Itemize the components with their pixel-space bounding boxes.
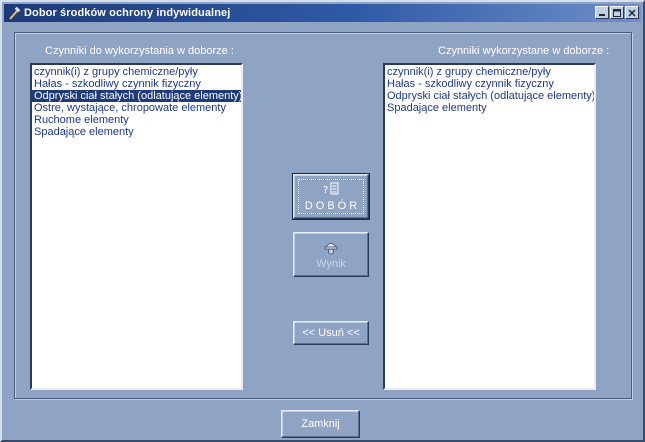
close-button[interactable] <box>625 6 639 19</box>
available-factors-list[interactable]: czynnik(i) z grupy chemiczne/pyły Hałas … <box>30 63 243 390</box>
maximize-button[interactable] <box>610 6 624 19</box>
list-item[interactable]: Spadające elementy <box>385 102 594 114</box>
list-item[interactable]: czynnik(i) z grupy chemiczne/pyły <box>385 66 594 78</box>
list-item[interactable]: Odpryski ciał stałych (odlatujące elemen… <box>385 90 594 102</box>
available-factors-label: Czynniki do wykorzystania w doborze : <box>45 45 234 57</box>
list-item[interactable]: Ruchome elementy <box>32 114 241 126</box>
minimize-icon <box>599 13 605 16</box>
question-list-icon: ? <box>321 181 341 197</box>
main-window: Dobor środków ochrony indywidualnej Czyn… <box>0 0 645 442</box>
zamknij-button[interactable]: Zamknij <box>281 410 360 438</box>
svg-text:?: ? <box>323 185 328 196</box>
window-controls <box>595 6 639 19</box>
list-item-selected[interactable]: Odpryski ciał stałych (odlatujące elemen… <box>32 90 241 102</box>
zamknij-label: Zamknij <box>301 418 340 430</box>
wynik-label: Wynik <box>316 258 346 270</box>
dobor-button[interactable]: ? DOBÓR <box>292 173 370 220</box>
window-title: Dobor środków ochrony indywidualnej <box>24 7 231 19</box>
close-icon <box>628 8 636 17</box>
worker-helmet-icon <box>323 239 339 255</box>
used-factors-list[interactable]: czynnik(i) z grupy chemiczne/pyły Hałas … <box>383 63 596 390</box>
list-item[interactable]: Hałas - szkodliwy czynnik fizyczny <box>32 78 241 90</box>
list-item[interactable]: Spadające elementy <box>32 126 241 138</box>
dobor-label: DOBÓR <box>304 200 361 212</box>
list-item[interactable]: Hałas - szkodliwy czynnik fizyczny <box>385 78 594 90</box>
minimize-button[interactable] <box>595 6 609 19</box>
list-item[interactable]: czynnik(i) z grupy chemiczne/pyły <box>32 66 241 78</box>
list-item[interactable]: Ostre, wystające, chropowate elementy <box>32 102 241 114</box>
wynik-button[interactable]: Wynik <box>293 232 369 277</box>
usun-label: << Usuń << <box>302 327 360 339</box>
maximize-icon <box>613 8 621 17</box>
usun-button[interactable]: << Usuń << <box>293 321 369 345</box>
title-bar[interactable]: Dobor środków ochrony indywidualnej <box>4 4 641 22</box>
used-factors-label: Czynniki wykorzystane w doborze : <box>438 45 610 57</box>
hammer-icon <box>7 6 21 20</box>
